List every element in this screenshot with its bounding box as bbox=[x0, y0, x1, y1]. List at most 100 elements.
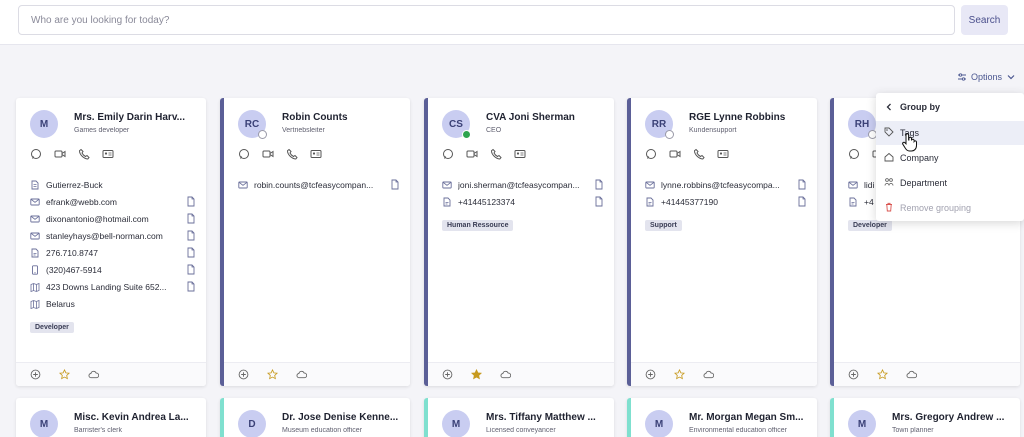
star-icon[interactable] bbox=[877, 369, 888, 380]
contact-card[interactable]: CS CVA Joni Sherman CEO joni.sherman@tcfeas… bbox=[424, 98, 614, 386]
contact-detail-text[interactable]: stanleyhays@bell-norman.com bbox=[46, 231, 163, 241]
tag-badge[interactable]: Support bbox=[645, 220, 682, 231]
contact-name[interactable]: Robin Counts bbox=[282, 112, 404, 123]
chat-icon[interactable] bbox=[30, 148, 42, 160]
contact-card[interactable]: M Mrs. Gregory Andrew ... Town planner bbox=[830, 398, 1020, 437]
avatar[interactable]: D bbox=[238, 410, 266, 437]
copy-icon[interactable] bbox=[186, 196, 196, 207]
add-icon[interactable] bbox=[848, 369, 859, 380]
card-header: RR RGE Lynne Robbins Kundensupport bbox=[645, 110, 811, 140]
contact-card-icon[interactable] bbox=[102, 148, 114, 160]
contact-detail-text[interactable]: (320)467-5914 bbox=[46, 265, 102, 275]
add-icon[interactable] bbox=[645, 369, 656, 380]
contact-detail-text[interactable]: +4 bbox=[864, 197, 874, 207]
contact-role: Environmental education officer bbox=[689, 427, 787, 434]
contact-name[interactable]: Dr. Jose Denise Kenne... bbox=[282, 412, 404, 423]
copy-icon[interactable] bbox=[186, 247, 196, 258]
contact-card[interactable]: M Misc. Kevin Andrea La... Barrister's cle… bbox=[16, 398, 206, 437]
phone-icon[interactable] bbox=[286, 148, 298, 160]
copy-icon[interactable] bbox=[186, 230, 196, 241]
contact-detail-text[interactable]: 276.710.8747 bbox=[46, 248, 98, 258]
contact-card[interactable]: RR RGE Lynne Robbins Kundensupport lynne.ro… bbox=[627, 98, 817, 386]
contact-card-icon[interactable] bbox=[310, 148, 322, 160]
chevron-down-icon bbox=[1007, 75, 1015, 80]
copy-icon[interactable] bbox=[186, 281, 196, 292]
contact-detail-text[interactable]: dixonantonio@hotmail.com bbox=[46, 214, 149, 224]
star-icon[interactable] bbox=[59, 369, 70, 380]
contact-name[interactable]: CVA Joni Sherman bbox=[486, 112, 608, 123]
avatar[interactable]: M bbox=[645, 410, 673, 437]
contact-detail-text[interactable]: efrank@webb.com bbox=[46, 197, 117, 207]
add-icon[interactable] bbox=[238, 369, 249, 380]
copy-icon[interactable] bbox=[186, 264, 196, 275]
video-icon[interactable] bbox=[262, 148, 274, 160]
chat-icon[interactable] bbox=[238, 148, 250, 160]
tag-badge[interactable]: Developer bbox=[848, 220, 892, 231]
contact-detail-text[interactable]: lidi bbox=[864, 180, 874, 190]
copy-icon[interactable] bbox=[390, 179, 400, 190]
copy-icon[interactable] bbox=[797, 179, 807, 190]
copy-icon[interactable] bbox=[594, 179, 604, 190]
cloud-icon[interactable] bbox=[88, 369, 99, 380]
contact-name[interactable]: Mrs. Gregory Andrew ... bbox=[892, 412, 1014, 423]
avatar[interactable]: M bbox=[442, 410, 470, 437]
star-icon[interactable] bbox=[267, 369, 278, 380]
phone-icon[interactable] bbox=[78, 148, 90, 160]
contact-name[interactable]: Mr. Morgan Megan Sm... bbox=[689, 412, 811, 423]
chat-icon[interactable] bbox=[645, 148, 657, 160]
mail-icon bbox=[238, 180, 248, 190]
contact-card[interactable]: D Dr. Jose Denise Kenne... Museum educatio… bbox=[220, 398, 410, 437]
search-input[interactable] bbox=[18, 5, 955, 35]
video-icon[interactable] bbox=[669, 148, 681, 160]
contact-detail-text[interactable]: lynne.robbins@tcfeasycompa... bbox=[661, 180, 780, 190]
contact-detail-text[interactable]: 423 Downs Landing Suite 652... bbox=[46, 282, 167, 292]
group-by-back[interactable]: Group by bbox=[876, 95, 1024, 119]
phone-icon[interactable] bbox=[490, 148, 502, 160]
contact-name[interactable]: RGE Lynne Robbins bbox=[689, 112, 811, 123]
contact-detail-text[interactable]: +41445123374 bbox=[458, 197, 515, 207]
phone-icon[interactable] bbox=[693, 148, 705, 160]
star-filled-icon[interactable] bbox=[471, 369, 482, 380]
contact-card-icon[interactable] bbox=[514, 148, 526, 160]
contact-card[interactable]: M Mrs. Emily Darin Harv... Games developer… bbox=[16, 98, 206, 386]
contact-name[interactable]: Mrs. Tiffany Matthew ... bbox=[486, 412, 608, 423]
cloud-icon[interactable] bbox=[500, 369, 511, 380]
cloud-icon[interactable] bbox=[296, 369, 307, 380]
cloud-icon[interactable] bbox=[703, 369, 714, 380]
tag-badge[interactable]: Human Ressource bbox=[442, 220, 514, 231]
video-icon[interactable] bbox=[54, 148, 66, 160]
contact-name[interactable]: Mrs. Emily Darin Harv... bbox=[74, 112, 200, 123]
options-button[interactable]: Options bbox=[957, 70, 1016, 84]
contact-detail-text[interactable]: Gutierrez-Buck bbox=[46, 180, 103, 190]
contact-card[interactable]: RC Robin Counts Vertriebsleiter robin.count… bbox=[220, 98, 410, 386]
contact-card[interactable]: M Mrs. Tiffany Matthew ... Licensed convey… bbox=[424, 398, 614, 437]
contact-detail-text[interactable]: robin.counts@tcfeasycompan... bbox=[254, 180, 373, 190]
avatar[interactable]: M bbox=[30, 110, 58, 138]
contact-role: Kundensupport bbox=[689, 127, 737, 134]
contact-detail-text[interactable]: +41445377190 bbox=[661, 197, 718, 207]
star-icon[interactable] bbox=[674, 369, 685, 380]
avatar[interactable]: M bbox=[848, 410, 876, 437]
group-by-option-company[interactable]: Company bbox=[876, 146, 1024, 170]
group-by-option-tags[interactable]: Tags bbox=[876, 121, 1024, 145]
mail-icon bbox=[30, 231, 40, 241]
contact-detail-text[interactable]: Belarus bbox=[46, 299, 75, 309]
copy-icon[interactable] bbox=[797, 196, 807, 207]
contact-name[interactable]: Misc. Kevin Andrea La... bbox=[74, 412, 200, 423]
contact-card[interactable]: M Mr. Morgan Megan Sm... Environmental edu… bbox=[627, 398, 817, 437]
search-button[interactable]: Search bbox=[961, 5, 1008, 35]
contact-card-icon[interactable] bbox=[717, 148, 729, 160]
add-icon[interactable] bbox=[442, 369, 453, 380]
avatar[interactable]: M bbox=[30, 410, 58, 437]
copy-icon[interactable] bbox=[594, 196, 604, 207]
contact-detail-row: Gutierrez-Buck bbox=[30, 176, 196, 193]
chat-icon[interactable] bbox=[442, 148, 454, 160]
contact-detail-text[interactable]: joni.sherman@tcfeasycompan... bbox=[458, 180, 580, 190]
copy-icon[interactable] bbox=[186, 213, 196, 224]
video-icon[interactable] bbox=[466, 148, 478, 160]
chat-icon[interactable] bbox=[848, 148, 860, 160]
tag-badge[interactable]: Developer bbox=[30, 322, 74, 333]
add-icon[interactable] bbox=[30, 369, 41, 380]
cloud-icon[interactable] bbox=[906, 369, 917, 380]
group-by-option-department[interactable]: Department bbox=[876, 171, 1024, 195]
